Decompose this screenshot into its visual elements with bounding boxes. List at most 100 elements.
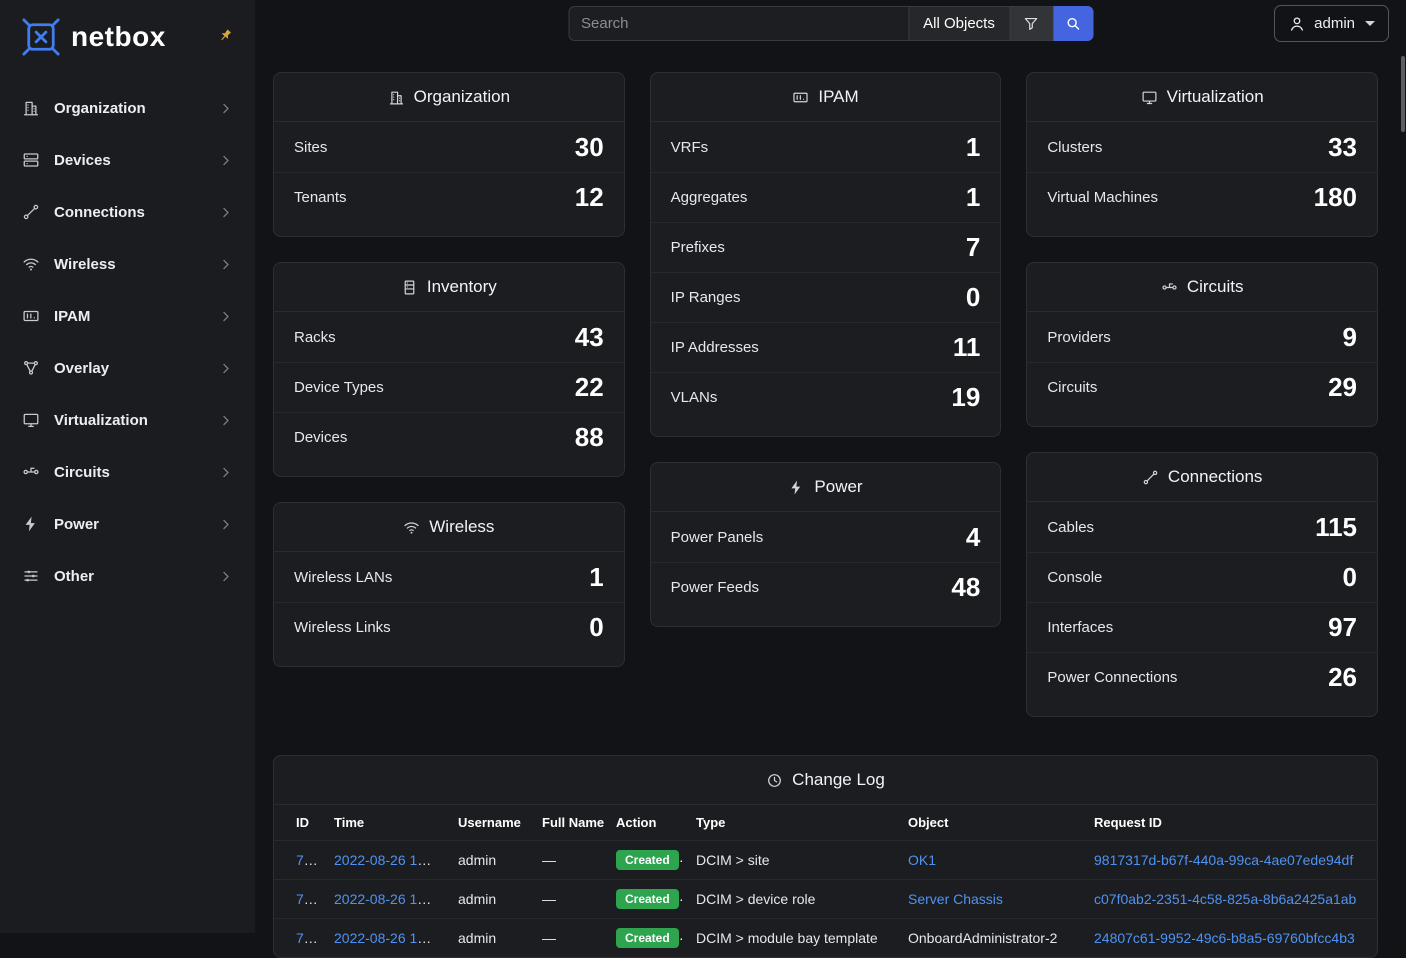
chevron-right-icon (218, 257, 233, 272)
stat-row-wireless-lans[interactable]: Wireless LANs 1 (274, 552, 624, 602)
stat-label: Circuits (1047, 379, 1097, 396)
sidebar-item-label: IPAM (54, 308, 204, 325)
lightning-icon (22, 515, 40, 533)
stat-row-power-feeds[interactable]: Power Feeds 48 (651, 562, 1001, 612)
stat-row-clusters[interactable]: Clusters 33 (1027, 122, 1377, 172)
changelog-id-link[interactable]: 753 (296, 930, 319, 946)
changelog-time-link[interactable]: 2022-08-26 14:22 (334, 852, 445, 868)
sidebar-item-other[interactable]: Other (0, 550, 255, 602)
stat-label: Cables (1047, 519, 1094, 536)
stat-value: 29 (1328, 372, 1357, 403)
sidebar-item-wireless[interactable]: Wireless (0, 238, 255, 290)
lightning-icon (788, 479, 805, 496)
card-title: Inventory (427, 277, 497, 297)
stat-value: 11 (953, 332, 981, 363)
stat-row-vlans[interactable]: VLANs 19 (651, 372, 1001, 422)
stat-row-devices[interactable]: Devices 88 (274, 412, 624, 462)
changelog-request-id-link[interactable]: 24807c61-9952-49c6-b8a5-69760bfcc4b3 (1094, 930, 1355, 946)
sidebar-item-overlay[interactable]: Overlay (0, 342, 255, 394)
stat-row-ip-ranges[interactable]: IP Ranges 0 (651, 272, 1001, 322)
stat-value: 43 (575, 322, 604, 353)
filter-button[interactable] (1010, 6, 1053, 41)
sidebar-header: netbox (0, 0, 255, 68)
sidebar-item-organization[interactable]: Organization (0, 82, 255, 134)
search-input[interactable] (568, 6, 908, 41)
stat-label: Prefixes (671, 239, 725, 256)
stat-value: 26 (1328, 662, 1357, 693)
stat-row-power-panels[interactable]: Power Panels 4 (651, 512, 1001, 562)
wifi-icon (22, 255, 40, 273)
stat-value: 0 (589, 612, 603, 643)
card-power: Power Power Panels 4 Power Feeds 48 (650, 462, 1002, 627)
stat-row-wireless-links[interactable]: Wireless Links 0 (274, 602, 624, 652)
status-badge: Created (616, 889, 679, 909)
card-title: Connections (1168, 467, 1263, 487)
changelog-type: DCIM > device role (684, 880, 896, 919)
scrollbar-thumb[interactable] (1401, 56, 1405, 132)
user-menu-button[interactable]: admin (1274, 5, 1389, 42)
dashboard-grid: Organization Sites 30 Tenants 12 Invento… (273, 72, 1378, 717)
stat-row-interfaces[interactable]: Interfaces 97 (1027, 602, 1377, 652)
sidebar-item-label: Circuits (54, 464, 204, 481)
sidebar-item-virtualization[interactable]: Virtualization (0, 394, 255, 446)
search-button[interactable] (1053, 6, 1093, 41)
brand-text: netbox (71, 21, 166, 53)
changelog-request-id-link[interactable]: c07f0ab2-2351-4c58-825a-8b6a2425a1ab (1094, 891, 1356, 907)
scrollbar[interactable] (1401, 0, 1406, 933)
graph-icon (22, 359, 40, 377)
card-wireless: Wireless Wireless LANs 1 Wireless Links … (273, 502, 625, 667)
changelog-object-link[interactable]: Server Chassis (908, 891, 1003, 907)
stat-value: 19 (951, 382, 980, 413)
table-row: 754 2022-08-26 14:17 admin — Created DCI… (274, 880, 1377, 919)
card-connections: Connections Cables 115 Console 0 Interfa… (1026, 452, 1378, 717)
changelog-object-link[interactable]: OK1 (908, 852, 936, 868)
pin-icon[interactable] (217, 28, 233, 44)
filter-icon (1023, 15, 1040, 32)
stat-row-racks[interactable]: Racks 43 (274, 312, 624, 362)
changelog-id-link[interactable]: 755 (296, 852, 319, 868)
card-title: Wireless (429, 517, 494, 537)
netbox-logo[interactable]: netbox (20, 16, 166, 58)
sidebar-item-connections[interactable]: Connections (0, 186, 255, 238)
status-badge: Created (616, 928, 679, 948)
column-header-action: Action (604, 805, 684, 841)
card-title: Virtualization (1167, 87, 1264, 107)
sidebar-item-power[interactable]: Power (0, 498, 255, 550)
changelog-time-link[interactable]: 2022-08-26 14:15 (334, 930, 445, 946)
stat-row-vrfs[interactable]: VRFs 1 (651, 122, 1001, 172)
object-type-dropdown[interactable]: All Objects (908, 6, 1010, 41)
stat-row-tenants[interactable]: Tenants 12 (274, 172, 624, 222)
sidebar-item-circuits[interactable]: Circuits (0, 446, 255, 498)
stat-row-device-types[interactable]: Device Types 22 (274, 362, 624, 412)
stat-row-ip-addresses[interactable]: IP Addresses 11 (651, 322, 1001, 372)
changelog-request-id-link[interactable]: 9817317d-b67f-440a-99ca-4ae07ede94df (1094, 852, 1353, 868)
monitor-icon (1141, 89, 1158, 106)
changelog-id-link[interactable]: 754 (296, 891, 319, 907)
stat-row-aggregates[interactable]: Aggregates 1 (651, 172, 1001, 222)
changelog-type: DCIM > module bay template (684, 919, 896, 958)
changelog-username: admin (446, 841, 530, 880)
sidebar-item-devices[interactable]: Devices (0, 134, 255, 186)
sidebar-item-ipam[interactable]: IPAM (0, 290, 255, 342)
stat-row-console[interactable]: Console 0 (1027, 552, 1377, 602)
stat-row-power-connections[interactable]: Power Connections 26 (1027, 652, 1377, 702)
stat-row-prefixes[interactable]: Prefixes 7 (651, 222, 1001, 272)
stat-row-cables[interactable]: Cables 115 (1027, 502, 1377, 552)
card-inventory: Inventory Racks 43 Device Types 22 Devic… (273, 262, 625, 477)
stat-value: 33 (1328, 132, 1357, 163)
stat-row-sites[interactable]: Sites 30 (274, 122, 624, 172)
stat-value: 30 (575, 132, 604, 163)
card-organization-header: Organization (274, 73, 624, 122)
card-inventory-header: Inventory (274, 263, 624, 312)
stat-row-circuits[interactable]: Circuits 29 (1027, 362, 1377, 412)
stat-value: 1 (966, 132, 980, 163)
stat-value: 88 (575, 422, 604, 453)
stat-label: Tenants (294, 189, 347, 206)
changelog-time-link[interactable]: 2022-08-26 14:17 (334, 891, 445, 907)
stat-row-virtual-machines[interactable]: Virtual Machines 180 (1027, 172, 1377, 222)
chevron-right-icon (218, 101, 233, 116)
stat-label: Power Connections (1047, 669, 1177, 686)
stat-row-providers[interactable]: Providers 9 (1027, 312, 1377, 362)
chevron-right-icon (218, 413, 233, 428)
stat-label: Console (1047, 569, 1102, 586)
